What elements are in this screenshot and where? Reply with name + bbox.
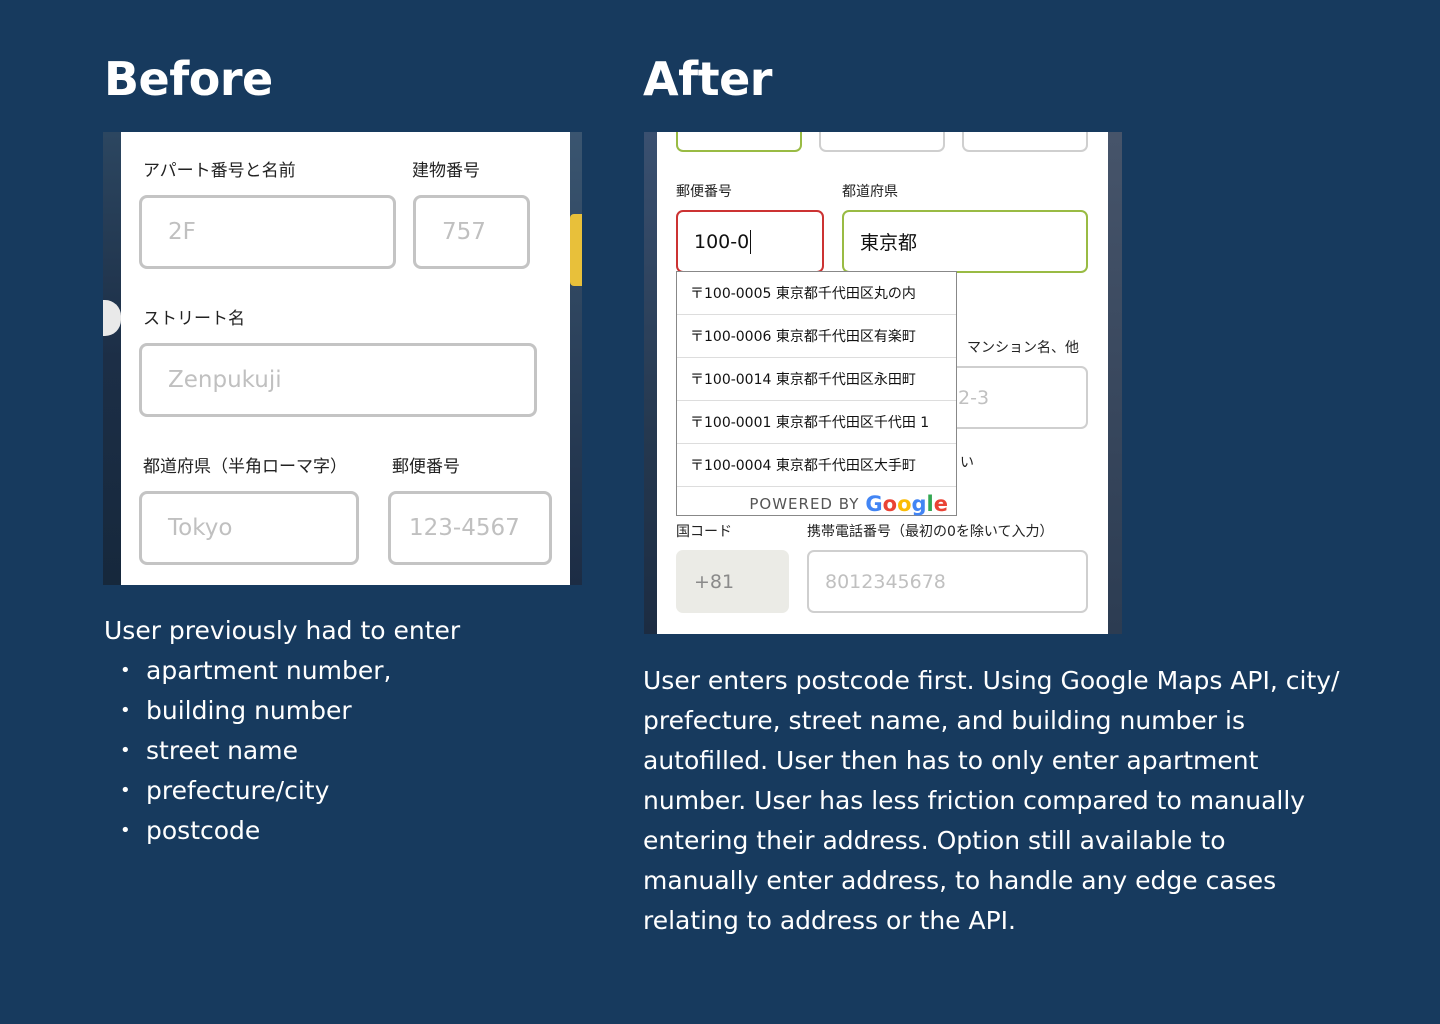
- after-left-background: [644, 132, 657, 634]
- google-logo-letter: G: [865, 492, 883, 516]
- powered-by-text: POWERED BY: [749, 495, 860, 513]
- after-right-background: [1108, 132, 1122, 634]
- list-item: prefecture/city: [104, 771, 391, 811]
- prefecture-input[interactable]: Tokyo: [139, 491, 359, 565]
- google-logo-letter: g: [911, 492, 927, 516]
- street-input[interactable]: Zenpukuji: [139, 343, 537, 417]
- google-logo-letter: o: [897, 492, 912, 516]
- building-number-label: 建物番号: [412, 161, 480, 181]
- country-code-input[interactable]: +81: [676, 550, 789, 613]
- prefecture-label: 都道府県: [842, 184, 898, 200]
- list-item: street name: [104, 731, 391, 771]
- list-item: building number: [104, 691, 391, 731]
- street-label: ストリート名: [143, 309, 245, 329]
- apartment-input[interactable]: 2F: [139, 195, 396, 269]
- postcode-value: 100-0: [694, 230, 750, 253]
- postcode-input[interactable]: 123-4567: [388, 491, 552, 565]
- suggestion-item[interactable]: 〒100-0014 東京都千代田区永田町: [677, 358, 956, 401]
- postcode-label: 郵便番号: [392, 457, 460, 477]
- postcode-input[interactable]: 100-0: [676, 210, 824, 273]
- google-logo-letter: l: [926, 492, 934, 516]
- list-item: postcode: [104, 811, 391, 851]
- mansion-label: マンション名、他: [967, 340, 1079, 356]
- before-screenshot: アパート番号と名前 建物番号 2F 757 ストリート名 Zenpukuji 都…: [103, 132, 582, 585]
- before-items-list: apartment number, building number street…: [104, 651, 391, 851]
- address-line-input[interactable]: 2-3: [940, 366, 1088, 429]
- scrolled-field[interactable]: [676, 132, 802, 152]
- prefecture-input[interactable]: 東京都: [842, 210, 1088, 273]
- after-screenshot: 郵便番号 都道府県 100-0 東京都 マンション名、他 2-3 い 国コード …: [644, 132, 1122, 634]
- before-caption: User previously had to enter: [104, 616, 461, 645]
- postcode-label: 郵便番号: [676, 184, 732, 200]
- before-right-background: [570, 132, 582, 585]
- google-logo-letter: o: [882, 492, 898, 516]
- list-item: apartment number,: [104, 651, 391, 691]
- autocomplete-dropdown: 〒100-0005 東京都千代田区丸の内 〒100-0006 東京都千代田区有楽…: [676, 271, 957, 516]
- after-heading: After: [643, 52, 773, 106]
- suggestion-item[interactable]: 〒100-0001 東京都千代田区千代田 1: [677, 401, 956, 444]
- after-caption: User enters postcode first. Using Google…: [643, 666, 1340, 935]
- google-logo: Google: [865, 492, 948, 516]
- google-logo-letter: e: [933, 492, 948, 516]
- suggestion-item[interactable]: 〒100-0006 東京都千代田区有楽町: [677, 315, 956, 358]
- powered-by-google: POWERED BY Google: [677, 487, 956, 521]
- after-form-card: 郵便番号 都道府県 100-0 東京都 マンション名、他 2-3 い 国コード …: [657, 132, 1108, 634]
- apartment-label: アパート番号と名前: [143, 161, 296, 181]
- before-heading: Before: [104, 52, 273, 106]
- suggestion-item[interactable]: 〒100-0005 東京都千代田区丸の内: [677, 272, 956, 315]
- phone-input[interactable]: 8012345678: [807, 550, 1088, 613]
- suggestion-item[interactable]: 〒100-0004 東京都千代田区大手町: [677, 444, 956, 487]
- building-number-input[interactable]: 757: [413, 195, 530, 269]
- text-cursor: [750, 229, 752, 254]
- country-code-label: 国コード: [676, 524, 732, 540]
- scrolled-field[interactable]: [819, 132, 945, 152]
- partial-label: い: [960, 455, 974, 471]
- scrolled-field[interactable]: [962, 132, 1088, 152]
- before-form-card: アパート番号と名前 建物番号 2F 757 ストリート名 Zenpukuji 都…: [121, 132, 570, 585]
- prefecture-label: 都道府県（半角ローマ字）: [143, 457, 347, 477]
- trophy-graphic: [570, 214, 582, 286]
- before-left-background: [103, 132, 121, 585]
- phone-label: 携帯電話番号（最初の0を除いて入力）: [807, 524, 1054, 540]
